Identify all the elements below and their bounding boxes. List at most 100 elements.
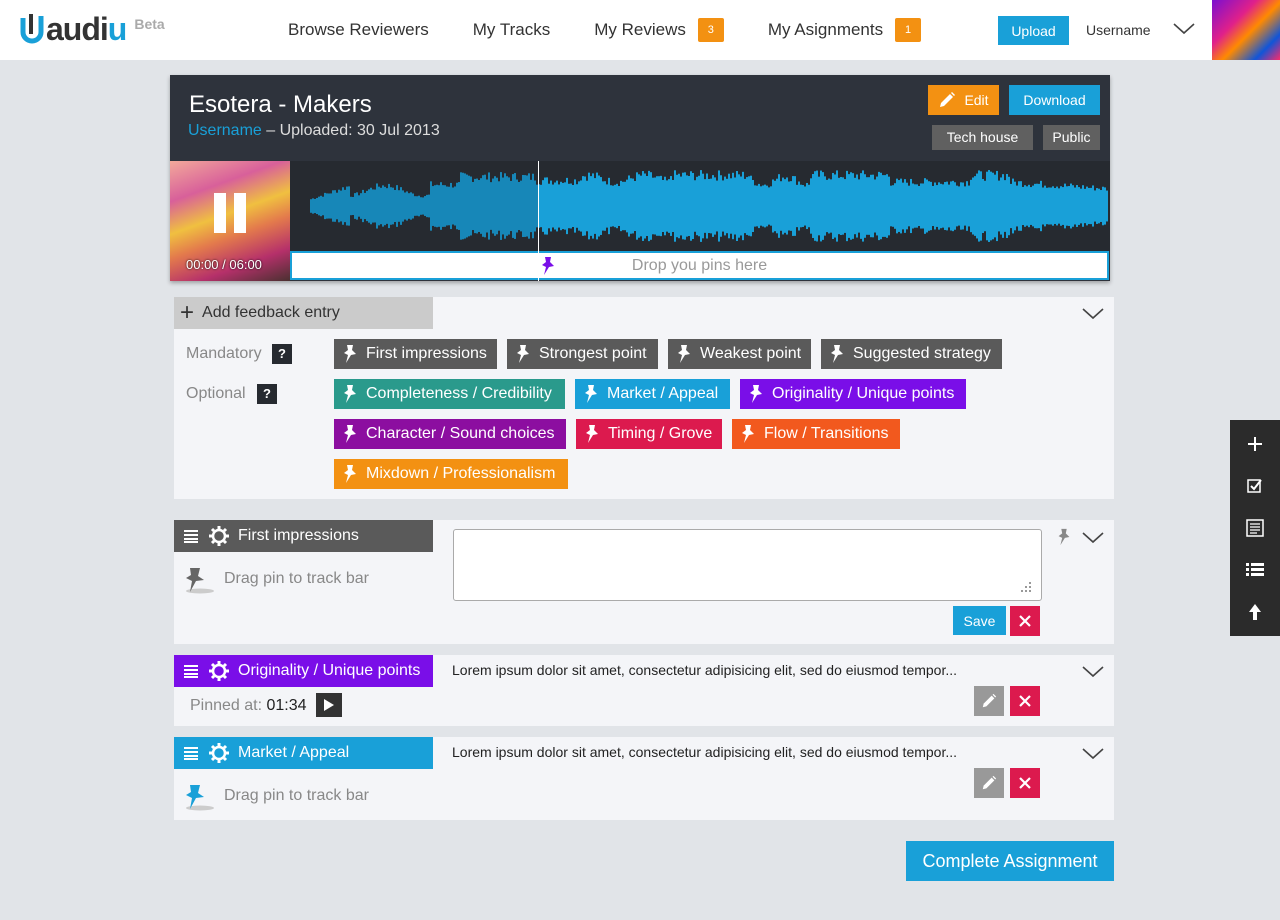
optional-help-icon[interactable]: ? <box>257 384 277 404</box>
side-add-button[interactable] <box>1230 423 1280 465</box>
edit-entry-button[interactable] <box>974 768 1004 798</box>
chevron-down-icon[interactable] <box>1082 305 1104 321</box>
pin-icon[interactable] <box>1056 528 1072 546</box>
document-icon <box>1246 519 1264 537</box>
add-feedback-entry-button[interactable]: + Add feedback entry <box>174 297 433 329</box>
drag-handle-icon[interactable] <box>184 746 198 760</box>
pause-icon[interactable] <box>210 191 250 235</box>
side-document-button[interactable] <box>1230 507 1280 549</box>
gear-icon[interactable] <box>208 742 230 764</box>
chip-label: Strongest point <box>539 345 647 362</box>
chip-mixdown-professionalism[interactable]: Mixdown / Professionalism <box>334 459 568 489</box>
chip-label: Character / Sound choices <box>366 425 555 442</box>
chip-completeness-credibility[interactable]: Completeness / Credibility <box>334 379 565 409</box>
list-icon <box>1246 563 1264 576</box>
arrow-up-icon <box>1249 604 1261 620</box>
pin-drop-zone[interactable]: Drop you pins here <box>290 251 1109 280</box>
logo-text-u: u <box>107 11 128 47</box>
waveform[interactable] <box>290 161 1110 251</box>
gear-icon[interactable] <box>208 525 230 547</box>
pencil-icon <box>982 693 997 708</box>
nav-browse-label: Browse Reviewers <box>288 20 429 39</box>
delete-button[interactable] <box>1010 768 1040 798</box>
pinned-time: 01:34 <box>266 697 307 714</box>
pin-icon <box>344 385 356 403</box>
pin-icon[interactable] <box>182 781 216 813</box>
pin-icon <box>585 385 597 403</box>
optional-label: Optional <box>186 385 246 402</box>
pin-icon <box>344 465 356 483</box>
pin-icon <box>517 345 529 363</box>
playback-time: 00:00 / 06:00 <box>186 257 262 272</box>
chevron-down-icon[interactable] <box>1082 529 1104 545</box>
side-scroll-top-button[interactable] <box>1230 591 1280 633</box>
resize-grip-icon[interactable] <box>1021 582 1031 592</box>
nav-browse-reviewers[interactable]: Browse Reviewers <box>288 20 429 40</box>
chip-originality-unique-points[interactable]: Originality / Unique points <box>740 379 966 409</box>
chip-flow-transitions[interactable]: Flow / Transitions <box>732 419 900 449</box>
chip-first-impressions[interactable]: First impressions <box>334 339 497 369</box>
playhead[interactable] <box>538 161 539 281</box>
play-from-pin-button[interactable] <box>316 693 342 717</box>
nav-my-tracks[interactable]: My Tracks <box>473 20 550 40</box>
edit-entry-button[interactable] <box>974 686 1004 716</box>
nav-my-assignments[interactable]: My Asignments 1 <box>767 18 922 42</box>
track-title: Esotera - Makers <box>189 91 372 118</box>
mandatory-label: Mandatory <box>186 345 262 362</box>
main-nav: Browse Reviewers My Tracks My Reviews 3 M… <box>288 0 965 60</box>
pin-icon <box>344 345 356 363</box>
entry-title: Originality / Unique points <box>238 662 421 679</box>
upload-button[interactable]: Upload <box>998 16 1069 45</box>
side-list-button[interactable] <box>1230 549 1280 591</box>
chip-timing-grove[interactable]: Timing / Grove <box>576 419 722 449</box>
nav-assignments-label: My Asignments <box>767 20 884 39</box>
drag-handle-icon[interactable] <box>184 529 198 543</box>
gear-icon[interactable] <box>208 660 230 682</box>
nav-my-reviews[interactable]: My Reviews 3 <box>594 18 724 42</box>
chevron-down-icon[interactable] <box>1172 20 1196 36</box>
pin-icon[interactable] <box>182 564 216 596</box>
feedback-entry-originality: Originality / Unique points Lorem ipsum … <box>174 655 1114 726</box>
drag-handle-icon[interactable] <box>184 664 198 678</box>
track-owner-link[interactable]: Username <box>188 122 262 139</box>
chip-character-sound-choices[interactable]: Character / Sound choices <box>334 419 566 449</box>
edit-track-button[interactable]: Edit <box>928 85 999 115</box>
assignments-count-badge: 1 <box>895 18 922 42</box>
chip-label: First impressions <box>366 345 487 362</box>
entry-header: Market / Appeal <box>174 737 433 769</box>
close-icon <box>1019 695 1031 707</box>
plus-icon: + <box>180 299 195 326</box>
user-avatar[interactable] <box>1212 0 1280 60</box>
download-button[interactable]: Download <box>1009 85 1100 115</box>
upload-date: – Uploaded: 30 Jul 2013 <box>261 122 440 139</box>
edit-label: Edit <box>964 92 989 108</box>
chevron-down-icon[interactable] <box>1082 663 1104 679</box>
delete-button[interactable] <box>1010 686 1040 716</box>
nav-tracks-label: My Tracks <box>472 20 551 39</box>
play-icon <box>324 699 334 711</box>
plus-icon <box>1248 437 1262 451</box>
entry-title: First impressions <box>238 527 359 544</box>
feedback-textarea[interactable] <box>453 529 1042 601</box>
audiu-logo[interactable]: audiu Beta <box>20 11 165 47</box>
visibility-tag[interactable]: Public <box>1043 125 1100 150</box>
complete-assignment-button[interactable]: Complete Assignment <box>906 841 1114 881</box>
delete-button[interactable] <box>1010 606 1040 636</box>
logo-mark-icon <box>20 14 44 44</box>
chip-weakest-point[interactable]: Weakest point <box>668 339 811 369</box>
chevron-down-icon[interactable] <box>1082 745 1104 761</box>
chip-label: Suggested strategy <box>853 345 991 362</box>
chip-label: Market / Appeal <box>607 385 719 402</box>
side-checklist-button[interactable] <box>1230 465 1280 507</box>
genre-tag[interactable]: Tech house <box>932 125 1033 150</box>
mandatory-help-icon[interactable]: ? <box>272 344 292 364</box>
username-menu[interactable]: Username <box>1086 22 1151 38</box>
chip-suggested-strategy[interactable]: Suggested strategy <box>821 339 1002 369</box>
pin-icon <box>586 425 598 443</box>
chip-strongest-point[interactable]: Strongest point <box>507 339 658 369</box>
entry-header: First impressions <box>174 520 433 552</box>
nav-reviews-label: My Reviews <box>594 20 686 39</box>
chip-market-appeal[interactable]: Market / Appeal <box>575 379 730 409</box>
pencil-icon <box>940 92 956 107</box>
save-button[interactable]: Save <box>953 606 1006 635</box>
